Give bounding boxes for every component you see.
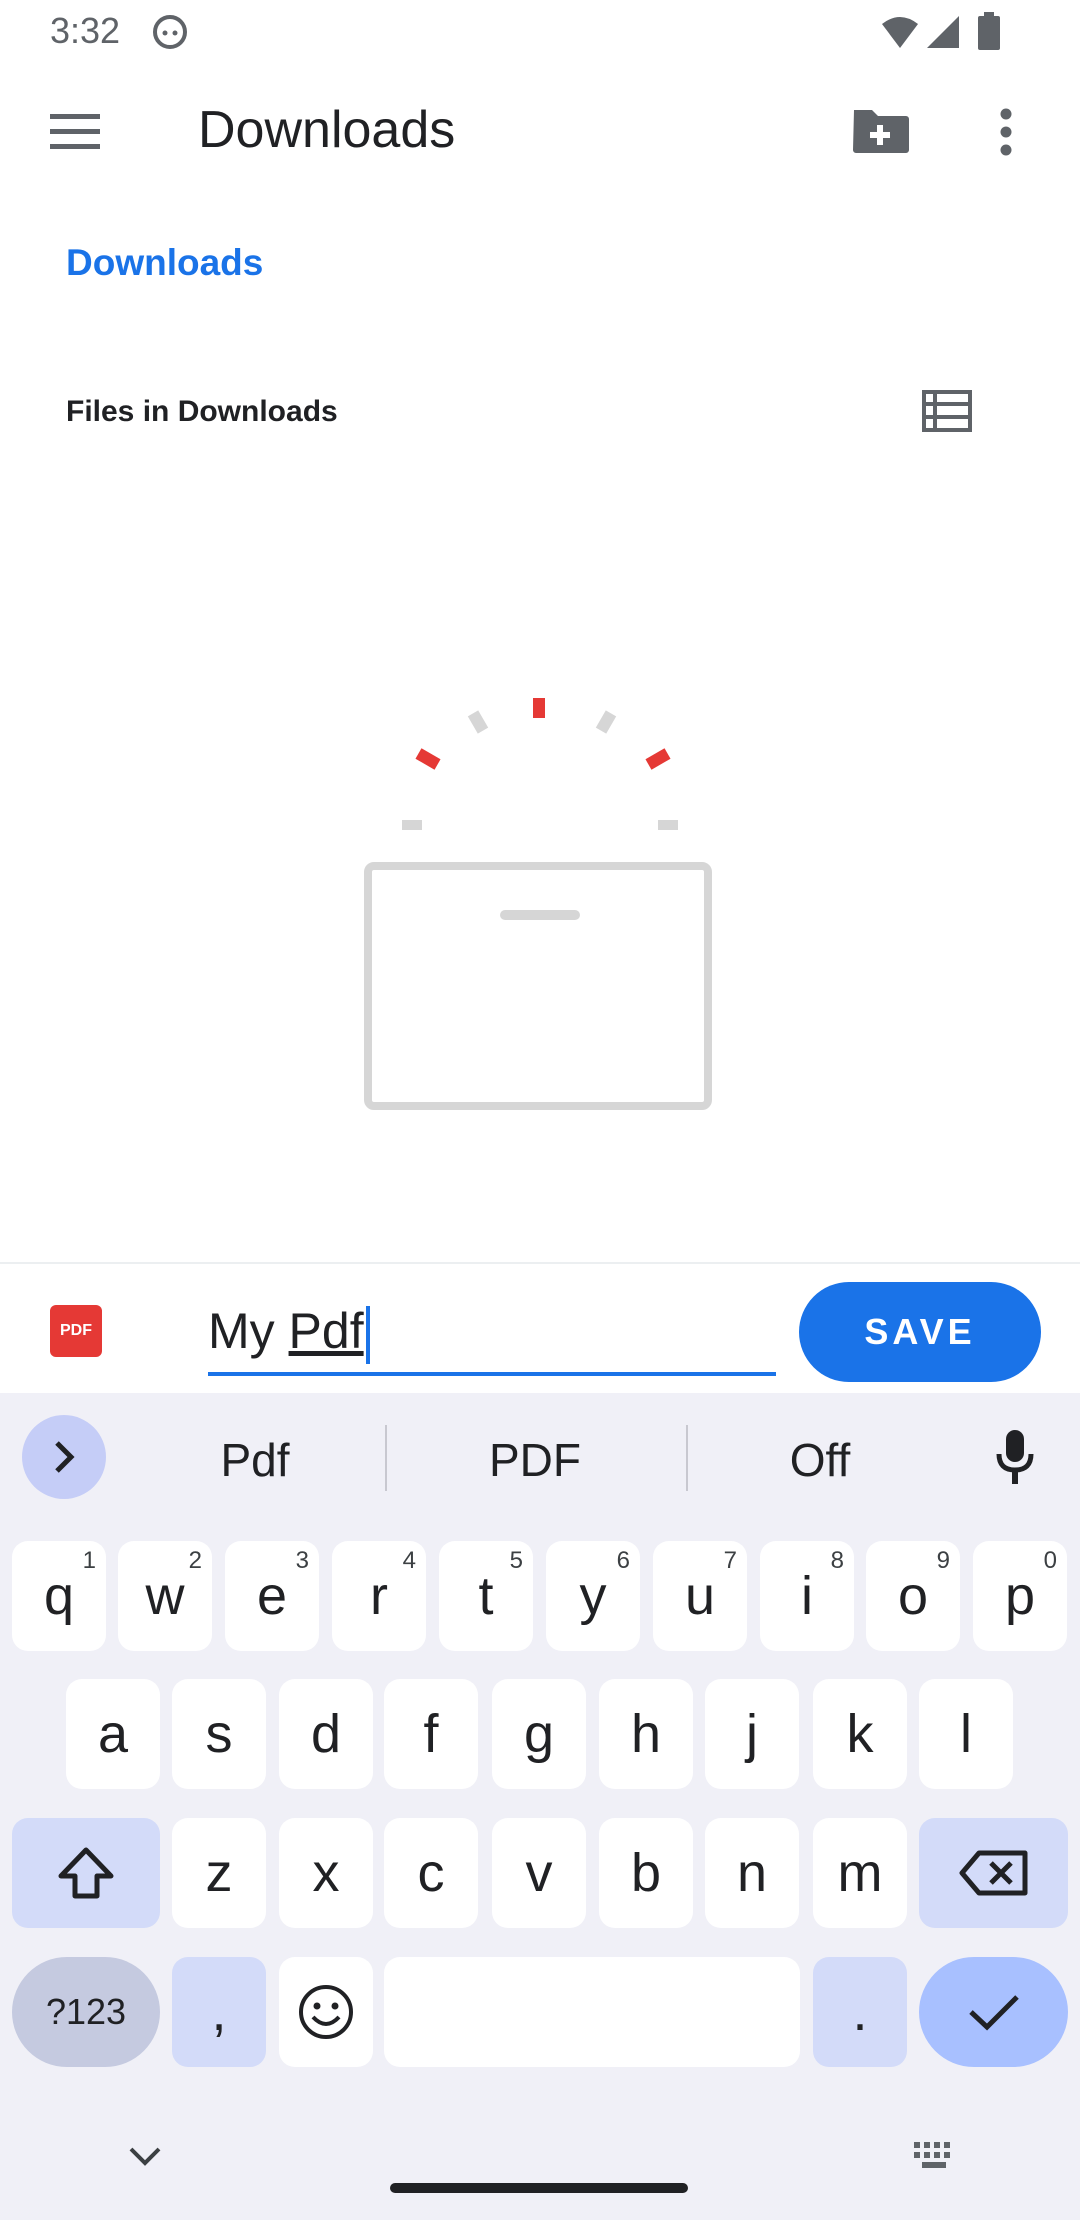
section-title: Files in Downloads <box>66 395 338 428</box>
emoji-key[interactable] <box>279 1957 373 2067</box>
key-i[interactable]: i8 <box>760 1541 854 1651</box>
loading-illustration <box>364 698 712 1110</box>
backspace-icon <box>959 1850 1027 1896</box>
key-p[interactable]: p0 <box>973 1541 1067 1651</box>
status-bar: 3:32 <box>0 0 1080 66</box>
signal-icon <box>927 16 959 48</box>
android-notification-icon <box>153 15 187 49</box>
key-c[interactable]: c <box>384 1818 478 1928</box>
key-e[interactable]: e3 <box>225 1541 319 1651</box>
key-v[interactable]: v <box>492 1818 586 1928</box>
suggestion-divider <box>686 1425 688 1491</box>
filename-input[interactable]: My Pdf <box>208 1296 776 1376</box>
suggestion-1[interactable]: Pdf <box>130 1420 380 1500</box>
key-q[interactable]: q1 <box>12 1541 106 1651</box>
period-key[interactable]: . <box>813 1957 907 2067</box>
suggestion-2[interactable]: PDF <box>400 1420 670 1500</box>
battery-icon <box>978 12 1000 50</box>
space-key[interactable] <box>384 1957 800 2067</box>
suggestion-divider <box>385 1425 387 1491</box>
checkmark-icon <box>968 1995 1019 2031</box>
key-x[interactable]: x <box>279 1818 373 1928</box>
comma-key[interactable]: , <box>172 1957 266 2067</box>
more-options-icon[interactable] <box>996 108 1016 156</box>
key-u[interactable]: u7 <box>653 1541 747 1651</box>
shift-icon <box>58 1847 114 1899</box>
key-g[interactable]: g <box>492 1679 586 1789</box>
breadcrumb[interactable]: Downloads <box>66 242 263 284</box>
done-key[interactable] <box>919 1957 1068 2067</box>
navigation-handle[interactable] <box>390 2183 688 2193</box>
shift-key[interactable] <box>12 1818 160 1928</box>
key-d[interactable]: d <box>279 1679 373 1789</box>
save-button[interactable]: SAVE <box>799 1282 1041 1382</box>
keyboard-switch-icon[interactable] <box>912 2140 958 2172</box>
key-l[interactable]: l <box>919 1679 1013 1789</box>
menu-icon[interactable] <box>50 112 104 152</box>
key-w[interactable]: w2 <box>118 1541 212 1651</box>
key-n[interactable]: n <box>705 1818 799 1928</box>
emoji-icon <box>299 1985 353 2039</box>
keyboard <box>0 1393 1080 2220</box>
key-a[interactable]: a <box>66 1679 160 1789</box>
microphone-icon[interactable] <box>995 1428 1035 1486</box>
wifi-icon <box>882 17 918 48</box>
key-b[interactable]: b <box>599 1818 693 1928</box>
chevron-right-icon <box>55 1441 75 1473</box>
pdf-file-icon: PDF <box>50 1305 102 1357</box>
new-folder-icon[interactable] <box>852 106 910 154</box>
key-s[interactable]: s <box>172 1679 266 1789</box>
expand-suggestions-button[interactable] <box>22 1415 106 1499</box>
key-j[interactable]: j <box>705 1679 799 1789</box>
list-view-icon[interactable] <box>922 390 972 432</box>
key-m[interactable]: m <box>813 1818 907 1928</box>
status-time: 3:32 <box>50 10 121 51</box>
key-f[interactable]: f <box>384 1679 478 1789</box>
text-cursor <box>365 1305 370 1364</box>
symbols-key[interactable]: ?123 <box>12 1957 160 2067</box>
suggestion-3[interactable]: Off <box>700 1420 940 1500</box>
backspace-key[interactable] <box>919 1818 1068 1928</box>
page-title: Downloads <box>198 101 456 159</box>
key-h[interactable]: h <box>599 1679 693 1789</box>
key-o[interactable]: o9 <box>866 1541 960 1651</box>
key-r[interactable]: r4 <box>332 1541 426 1651</box>
hide-keyboard-icon[interactable] <box>128 2145 162 2167</box>
key-z[interactable]: z <box>172 1818 266 1928</box>
key-y[interactable]: y6 <box>546 1541 640 1651</box>
key-t[interactable]: t5 <box>439 1541 533 1651</box>
key-k[interactable]: k <box>813 1679 907 1789</box>
loader-ticks <box>402 698 678 830</box>
